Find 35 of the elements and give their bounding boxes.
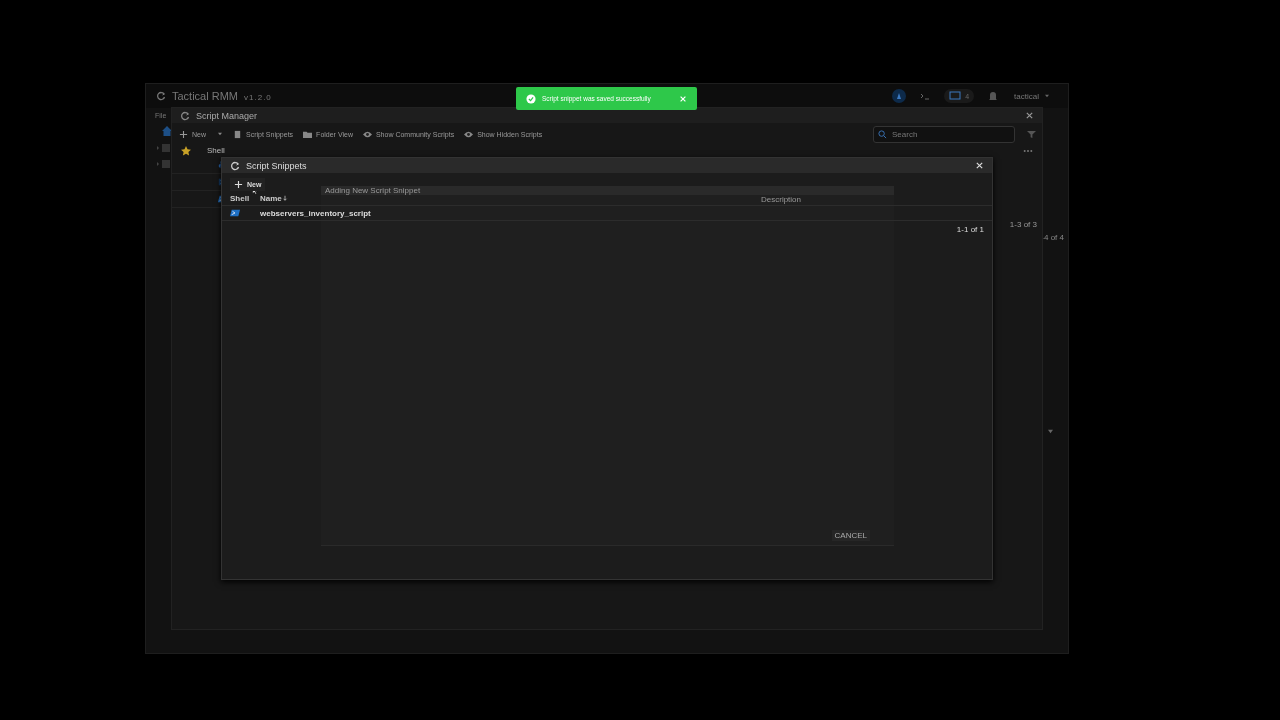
- pagination-label: 1-3 of 3: [1009, 220, 1037, 229]
- check-icon: [526, 93, 536, 104]
- filter-icon[interactable]: [1027, 129, 1036, 139]
- dialog-title: Script Snippets: [246, 160, 307, 171]
- form-title: Adding New Script Snippet: [325, 186, 421, 195]
- scroll-icon: [233, 129, 242, 139]
- column-header[interactable]: Name: [260, 193, 288, 203]
- table-cell: webservers_inventory_script: [260, 208, 371, 218]
- user-menu[interactable]: tactical: [1014, 91, 1050, 101]
- person-icon[interactable]: [892, 89, 907, 103]
- refresh-icon[interactable]: [180, 110, 190, 121]
- eye-icon: [464, 129, 474, 139]
- search-field[interactable]: Search: [873, 125, 1015, 143]
- field-label: Description: [761, 195, 801, 204]
- dialog-title: Script Manager: [196, 110, 258, 121]
- refresh-icon[interactable]: [156, 91, 166, 101]
- pagination-label: 1-1 of 1: [956, 225, 984, 234]
- folder-icon: [303, 129, 313, 139]
- column-header[interactable]: Shell: [230, 193, 260, 203]
- monitor-icon: [949, 90, 962, 102]
- home-icon[interactable]: [161, 125, 173, 137]
- app-title: Tactical RMM: [172, 90, 238, 102]
- refresh-icon[interactable]: [230, 160, 240, 171]
- caret-icon: [1044, 94, 1050, 98]
- cancel-button[interactable]: CANCEL: [831, 530, 870, 541]
- close-icon[interactable]: [1025, 111, 1034, 120]
- caret-icon: [217, 132, 223, 136]
- column-header[interactable]: Shell: [207, 146, 225, 156]
- version-label: v1.2.0: [244, 93, 272, 102]
- plus-icon: [179, 129, 188, 139]
- star-icon: [181, 146, 191, 156]
- plus-icon: [234, 180, 243, 189]
- eye-icon: [362, 129, 372, 139]
- caret-icon[interactable]: [1047, 429, 1054, 434]
- more-icon[interactable]: [1023, 149, 1033, 153]
